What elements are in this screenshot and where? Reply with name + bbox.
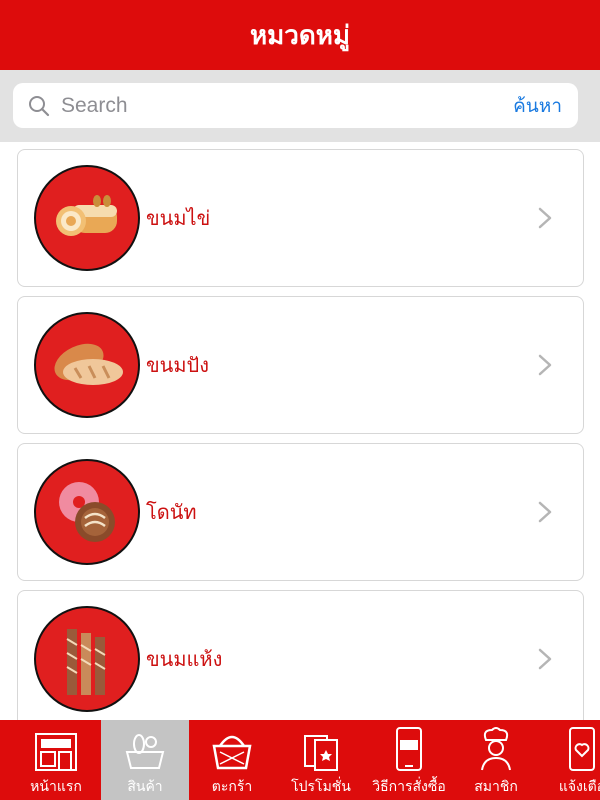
tab-home[interactable]: หน้าแรก: [12, 720, 100, 800]
roll-cake-icon: [34, 165, 140, 271]
tab-label: สมาชิก: [474, 779, 518, 795]
category-label: ขนมแห้ง: [146, 647, 223, 671]
bread-icon: [34, 312, 140, 418]
tab-label: โปรโมชั่น: [291, 779, 351, 795]
header-bar: หมวดหมู่: [0, 0, 600, 70]
tab-member[interactable]: สมาชิก: [452, 720, 540, 800]
bottom-tab-bar: หน้าแรก สินค้า ตะกร้า โปรโมชั่น วิธีการส…: [0, 720, 600, 800]
tab-label: วิธีการสั่งซื้อ: [372, 779, 446, 795]
category-item-egg-cake[interactable]: ขนมไข่: [17, 149, 584, 287]
search-icon: [17, 83, 61, 128]
chevron-right-icon: [525, 639, 565, 679]
tab-how-to-order[interactable]: วิธีการสั่งซื้อ: [364, 720, 454, 800]
bread-basket-icon: [123, 720, 167, 772]
chevron-right-icon: [525, 492, 565, 532]
category-label: ขนมไข่: [146, 206, 211, 230]
tab-products[interactable]: สินค้า: [101, 720, 189, 800]
phone-buy-icon: [389, 720, 429, 772]
chevron-right-icon: [525, 345, 565, 385]
search-button[interactable]: ค้นหา: [503, 91, 578, 121]
bakery-shop-icon: [33, 720, 79, 772]
category-item-donut[interactable]: โดนัท: [17, 443, 584, 581]
chef-icon: [476, 720, 516, 772]
tab-label: หน้าแรก: [30, 779, 82, 795]
category-list: ขนมไข่ ขนมปัง โดนัท ขนมแห้ง: [0, 142, 600, 720]
basket-icon: [210, 720, 254, 772]
phone-notification-icon: [562, 720, 600, 772]
tab-cart[interactable]: ตะกร้า: [188, 720, 276, 800]
tab-promotion[interactable]: โปรโมชั่น: [277, 720, 365, 800]
category-label: โดนัท: [146, 500, 197, 524]
wafer-sticks-icon: [34, 606, 140, 712]
category-label: ขนมปัง: [146, 353, 209, 377]
promotion-cards-icon: [299, 720, 343, 772]
page-title: หมวดหมู่: [249, 20, 351, 51]
tab-notification[interactable]: แจ้งเตือ: [538, 720, 600, 800]
category-item-dry-snack[interactable]: ขนมแห้ง: [17, 590, 584, 720]
category-item-bread[interactable]: ขนมปัง: [17, 296, 584, 434]
tab-label: ตะกร้า: [211, 779, 253, 795]
donut-icon: [34, 459, 140, 565]
tab-label: แจ้งเตือ: [558, 779, 600, 795]
search-box: ค้นหา: [13, 83, 578, 128]
search-bar: ค้นหา: [0, 70, 600, 142]
tab-label: สินค้า: [127, 779, 163, 795]
search-input[interactable]: [61, 85, 504, 126]
chevron-right-icon: [525, 198, 565, 238]
